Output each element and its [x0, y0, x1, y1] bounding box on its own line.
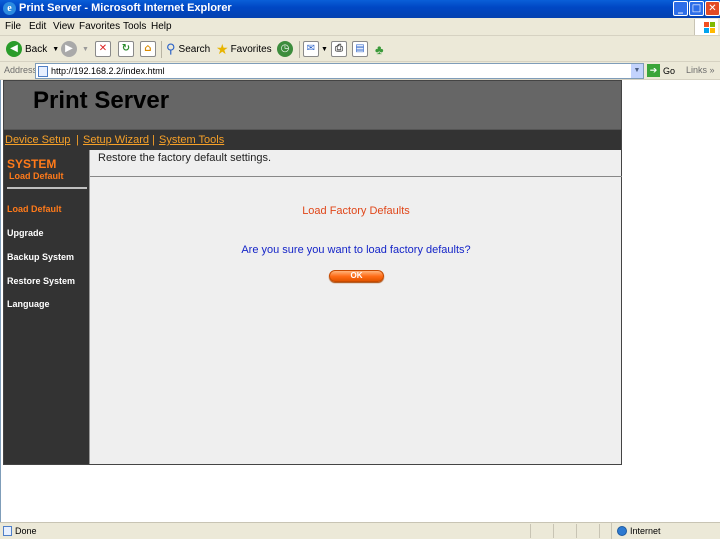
- security-zone: Internet: [611, 523, 720, 539]
- confirm-question: Are you sure you want to load factory de…: [241, 244, 471, 256]
- nav-device-setup[interactable]: Device Setup: [5, 134, 70, 146]
- printer-icon: ⎙: [331, 41, 347, 57]
- ok-button[interactable]: OK: [329, 270, 384, 282]
- links-label[interactable]: Links »: [686, 65, 715, 75]
- edit-button[interactable]: ▤: [352, 40, 368, 58]
- form-title: Load Factory Defaults: [302, 205, 410, 217]
- menu-tools[interactable]: Tools: [123, 21, 146, 32]
- ie-logo-icon: e: [3, 2, 16, 15]
- address-input[interactable]: http://192.168.2.2/index.html ▼: [35, 63, 644, 79]
- title-bar: e Print Server - Microsoft Internet Expl…: [0, 0, 720, 18]
- divider: [90, 176, 622, 177]
- sidebar-subsection: Load Default: [9, 171, 64, 181]
- menu-bar: File Edit View Favorites Tools Help: [0, 18, 720, 36]
- history-icon: ◷: [277, 41, 293, 57]
- main-panel: Restore the factory default settings. Lo…: [89, 150, 622, 464]
- forward-button[interactable]: ▶ ▼: [61, 40, 89, 58]
- chevron-down-icon: ▼: [82, 45, 89, 53]
- page-title: Print Server: [33, 87, 170, 114]
- stop-icon: ✕: [95, 41, 111, 57]
- messenger-button[interactable]: ♣: [375, 40, 384, 58]
- forward-arrow-icon: ▶: [61, 41, 77, 57]
- menu-favorites[interactable]: Favorites: [79, 21, 120, 32]
- window-title: Print Server - Microsoft Internet Explor…: [19, 2, 232, 14]
- sidebar-item-load-default[interactable]: Load Default: [7, 204, 62, 214]
- star-icon: ★: [216, 40, 229, 57]
- sidebar-item-backup-system[interactable]: Backup System: [7, 252, 74, 262]
- toolbar: ◀ Back ▼ ▶ ▼ ✕ ↻ ⌂ ⚲ Search ★ Favorites …: [0, 36, 720, 62]
- globe-icon: [617, 526, 627, 536]
- browser-content: Print Server Device Setup | Setup Wizard…: [0, 80, 720, 522]
- back-label: Back: [25, 43, 48, 55]
- print-server-page: Print Server Device Setup | Setup Wizard…: [3, 80, 622, 465]
- zone-label: Internet: [630, 526, 661, 536]
- sidebar-item-upgrade[interactable]: Upgrade: [7, 228, 44, 238]
- favorites-label: Favorites: [230, 43, 272, 55]
- sidebar-item-restore-system[interactable]: Restore System: [7, 276, 75, 286]
- top-nav: Device Setup | Setup Wizard | System Too…: [4, 130, 621, 150]
- menu-view[interactable]: View: [53, 21, 75, 32]
- home-icon: ⌂: [140, 41, 156, 57]
- close-button[interactable]: ✕: [705, 1, 720, 16]
- go-label: Go: [663, 65, 676, 76]
- mail-icon: ✉: [303, 41, 319, 57]
- windows-logo-icon: [694, 19, 718, 35]
- minimize-button[interactable]: _: [673, 1, 688, 16]
- sidebar-item-language[interactable]: Language: [7, 299, 50, 309]
- address-url[interactable]: http://192.168.2.2/index.html: [51, 66, 165, 76]
- menu-edit[interactable]: Edit: [29, 21, 46, 32]
- page-header: Print Server: [4, 81, 621, 130]
- chevron-down-icon: ▼: [321, 45, 328, 53]
- home-button[interactable]: ⌂: [140, 40, 156, 58]
- chevron-down-icon: ▼: [52, 45, 60, 53]
- maximize-button[interactable]: □: [689, 1, 704, 16]
- edit-page-icon: ▤: [352, 41, 368, 57]
- stop-button[interactable]: ✕: [95, 40, 111, 58]
- refresh-button[interactable]: ↻: [118, 40, 134, 58]
- page-icon: [38, 66, 48, 77]
- menu-file[interactable]: File: [5, 21, 21, 32]
- address-bar: Address http://192.168.2.2/index.html ▼ …: [0, 62, 720, 80]
- sidebar: SYSTEM Load Default Load Default Upgrade…: [4, 150, 89, 464]
- sidebar-divider: [7, 187, 87, 189]
- nav-system-tools[interactable]: System Tools: [159, 134, 224, 146]
- nav-setup-wizard[interactable]: Setup Wizard: [83, 134, 149, 146]
- menu-help[interactable]: Help: [151, 21, 172, 32]
- address-label: Address: [4, 65, 38, 75]
- search-icon: ⚲: [166, 41, 176, 56]
- history-button[interactable]: ◷: [277, 40, 293, 58]
- page-description: Restore the factory default settings.: [98, 152, 272, 164]
- messenger-icon: ♣: [375, 41, 384, 57]
- mail-button[interactable]: ✉ ▼: [303, 40, 328, 58]
- back-button[interactable]: ◀ Back ▼: [6, 40, 59, 58]
- refresh-icon: ↻: [118, 41, 134, 57]
- address-dropdown-icon[interactable]: ▼: [631, 64, 643, 78]
- search-label: Search: [178, 43, 211, 55]
- print-button[interactable]: ⎙: [331, 40, 347, 58]
- status-text: Done: [15, 526, 37, 536]
- back-arrow-icon: ◀: [6, 41, 22, 57]
- go-arrow-icon: ➔: [647, 64, 660, 77]
- favorites-button[interactable]: ★ Favorites: [216, 40, 272, 58]
- sidebar-section-title: SYSTEM: [7, 157, 57, 171]
- page-icon: [3, 526, 12, 536]
- go-button[interactable]: ➔ Go: [647, 64, 675, 77]
- status-bar: Done Internet: [0, 522, 720, 539]
- search-button[interactable]: ⚲ Search: [166, 40, 210, 58]
